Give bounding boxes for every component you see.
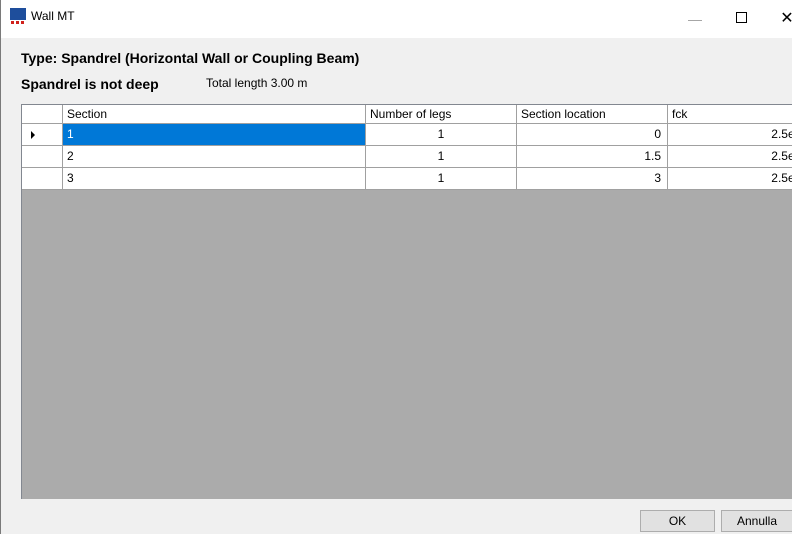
column-header-legs[interactable]: Number of legs: [366, 105, 517, 124]
title-bar[interactable]: Wall MT — ✕: [1, 0, 792, 38]
minimize-button[interactable]: —: [672, 0, 718, 38]
app-icon: [10, 8, 26, 24]
row-header[interactable]: [22, 124, 63, 146]
close-button[interactable]: ✕: [764, 0, 792, 38]
type-label: Type: Spandrel (Horizontal Wall or Coupl…: [21, 50, 360, 66]
current-row-arrow-icon: [31, 131, 35, 139]
fck-cell[interactable]: 2.5e+07: [668, 124, 792, 146]
window-title: Wall MT: [31, 9, 75, 23]
table-row[interactable]: 1 1 0 2.5e+07: [22, 124, 792, 146]
deep-status-label: Spandrel is not deep: [21, 76, 159, 92]
fck-cell[interactable]: 2.5e+07: [668, 146, 792, 168]
maximize-button[interactable]: [718, 0, 764, 38]
row-header-corner[interactable]: [22, 105, 63, 124]
location-cell[interactable]: 3: [517, 168, 668, 190]
legs-cell[interactable]: 1: [366, 124, 517, 146]
column-header-fck[interactable]: fck: [668, 105, 792, 124]
section-cell[interactable]: 3: [63, 168, 366, 190]
legs-cell[interactable]: 1: [366, 146, 517, 168]
ok-button[interactable]: OK: [640, 510, 715, 532]
column-header-section[interactable]: Section: [63, 105, 366, 124]
table-row[interactable]: 3 1 3 2.5e+07: [22, 168, 792, 190]
total-length-label: Total length 3.00 m: [206, 76, 308, 90]
maximize-icon: [735, 11, 747, 23]
location-cell[interactable]: 1.5: [517, 146, 668, 168]
table-row[interactable]: 2 1 1.5 2.5e+07: [22, 146, 792, 168]
fck-cell[interactable]: 2.5e+07: [668, 168, 792, 190]
sections-grid[interactable]: Section Number of legs Section location …: [21, 104, 792, 499]
row-header[interactable]: [22, 146, 63, 168]
legs-cell[interactable]: 1: [366, 168, 517, 190]
section-cell[interactable]: 2: [63, 146, 366, 168]
grid-header: Section Number of legs Section location …: [22, 105, 792, 124]
window-border: [0, 0, 1, 534]
cancel-button[interactable]: Annulla: [721, 510, 792, 532]
location-cell[interactable]: 0: [517, 124, 668, 146]
section-cell[interactable]: 1: [63, 124, 366, 146]
row-header[interactable]: [22, 168, 63, 190]
column-header-location[interactable]: Section location: [517, 105, 668, 124]
